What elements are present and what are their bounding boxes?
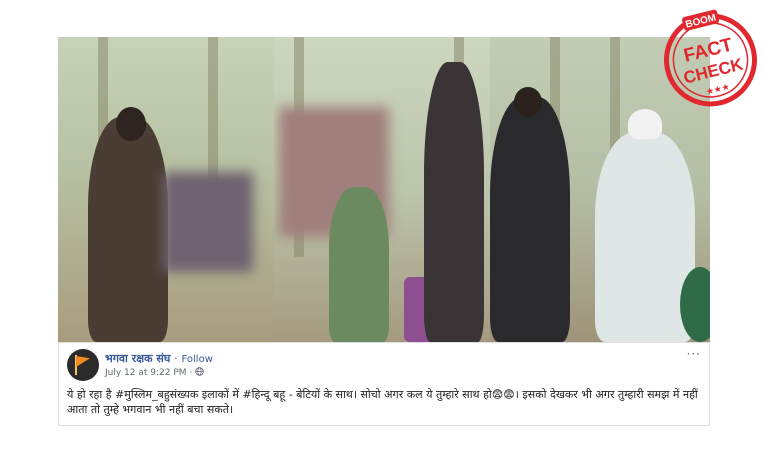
facebook-post: भगवा रक्षक संघ · Follow July 12 at 9:22 …: [58, 342, 710, 426]
separator: ·: [174, 352, 178, 365]
fact-check-stamp: BOOM FACT CHECK ★★★: [663, 9, 757, 107]
person-figure: [88, 117, 168, 342]
video-frame-middle: [274, 37, 490, 342]
globe-icon: [195, 367, 204, 376]
post-timestamp[interactable]: July 12 at 9:22 PM: [105, 368, 187, 378]
meta-separator: ·: [189, 368, 193, 378]
follow-button[interactable]: Follow: [182, 354, 213, 365]
person-head: [116, 107, 146, 141]
post-body: ये हो रहा है #मुस्लिम_बहुसंख्यक इलाकों म…: [67, 388, 698, 416]
saffron-flag-icon: [76, 356, 90, 367]
person-figure: [424, 62, 484, 342]
post-header: भगवा रक्षक संघ · Follow: [105, 351, 213, 366]
more-options-button[interactable]: ···: [687, 347, 701, 361]
blurred-region: [163, 172, 253, 272]
cap: [628, 109, 662, 139]
avatar[interactable]: [67, 349, 99, 381]
video-collage: [58, 37, 710, 342]
video-frame-left: [58, 37, 274, 342]
stamp-brand: BOOM: [685, 13, 718, 31]
person-head: [514, 87, 542, 117]
page-name-link[interactable]: भगवा रक्षक संघ: [105, 352, 170, 365]
post-meta: July 12 at 9:22 PM ·: [105, 367, 204, 378]
person-figure: [329, 187, 389, 342]
person-figure: [490, 97, 570, 342]
